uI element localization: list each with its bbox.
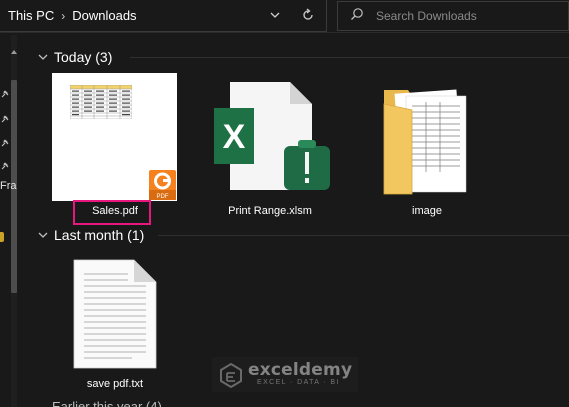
watermark-logo: exceldemy EXCEL · DATA · BI: [212, 357, 358, 392]
watermark-tagline: EXCEL · DATA · BI: [257, 379, 340, 386]
file-item-save-pdf-txt[interactable]: [72, 258, 160, 370]
foxit-pdf-badge-icon: PDF: [149, 170, 176, 200]
chevron-down-icon[interactable]: [37, 51, 49, 63]
group-header-today[interactable]: Today (3): [37, 49, 112, 65]
exceldemy-logo-icon: [220, 362, 242, 388]
pin-icon[interactable]: [0, 135, 10, 147]
group-header-earlier-this-year[interactable]: Earlier this year (4): [52, 399, 162, 407]
search-input[interactable]: [376, 9, 566, 23]
svg-text:PDF: PDF: [157, 194, 169, 200]
group-header-label: Today (3): [54, 49, 113, 65]
folder-item-image[interactable]: [382, 82, 472, 202]
file-name-print-range-xlsm[interactable]: Print Range.xlsm: [200, 205, 340, 217]
folder-name-image[interactable]: image: [357, 205, 497, 217]
watermark-name: exceldemy: [248, 360, 353, 380]
breadcrumb-downloads[interactable]: Downloads: [72, 8, 136, 23]
search-icon: [350, 7, 364, 26]
pin-icon[interactable]: [0, 111, 10, 123]
nav-item-label[interactable]: Fra: [0, 180, 17, 192]
group-divider: [130, 57, 569, 58]
scroll-up-icon[interactable]: [10, 43, 18, 54]
chevron-down-icon[interactable]: [268, 8, 282, 22]
svg-text:X: X: [223, 118, 246, 156]
group-divider: [158, 235, 569, 236]
toolbar: This PC › Downloads: [0, 0, 569, 33]
file-name-save-pdf-txt[interactable]: save pdf.txt: [45, 378, 185, 390]
file-item-sales-pdf[interactable]: PDF: [52, 73, 177, 201]
excel-macro-file-icon: X: [214, 82, 330, 190]
pin-icon[interactable]: [0, 158, 10, 170]
breadcrumb-separator-icon[interactable]: ›: [61, 9, 65, 23]
selection-highlight-box: [73, 200, 151, 225]
chevron-down-icon[interactable]: [37, 229, 49, 241]
folder-icon: [383, 89, 467, 195]
group-header-last-month[interactable]: Last month (1): [37, 227, 144, 243]
search-box[interactable]: [337, 1, 569, 31]
breadcrumb-this-pc[interactable]: This PC: [8, 8, 54, 23]
pdf-page-preview: [70, 85, 132, 119]
pin-icon[interactable]: [0, 86, 10, 98]
address-bar[interactable]: This PC › Downloads: [0, 0, 327, 32]
text-file-icon: [73, 259, 157, 369]
refresh-icon[interactable]: [300, 7, 316, 23]
folder-icon[interactable]: [0, 232, 4, 242]
group-header-label: Last month (1): [54, 227, 145, 243]
file-item-print-range-xlsm[interactable]: X: [212, 82, 337, 202]
